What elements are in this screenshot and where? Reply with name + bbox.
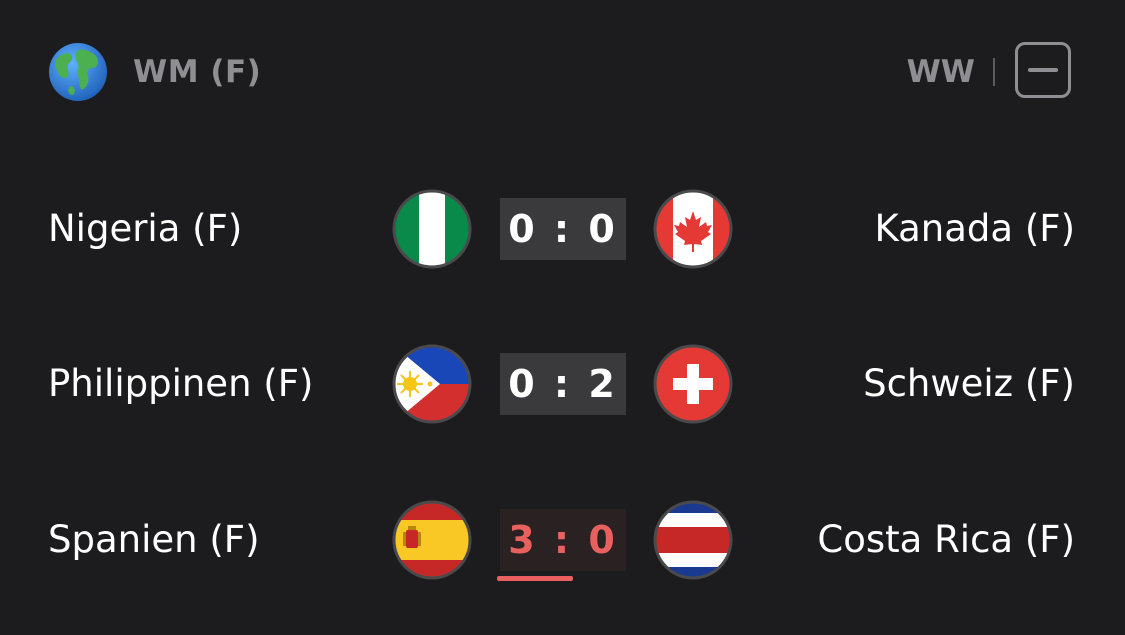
gender-code-label: WW (906, 54, 975, 90)
match-row[interactable]: Nigeria (F) 0 : 0 Kanada (F) (0, 179, 1125, 279)
minus-icon (1028, 68, 1058, 72)
away-team-name: Schweiz (F) (863, 362, 1075, 405)
score-display: 0 : 2 (500, 353, 626, 415)
league-title: WM (F) (133, 54, 262, 90)
home-team-name: Philippinen (F) (48, 362, 314, 405)
match-row[interactable]: Philippinen (F) 0 : 2 Schweiz (F) (0, 334, 1125, 434)
switzerland-flag-icon (653, 344, 733, 424)
live-progress-bar (497, 576, 573, 581)
match-row[interactable]: Spanien (F) 3 : 0 Costa Rica (F) (0, 490, 1125, 590)
philippines-flag-icon (392, 344, 472, 424)
globe-icon (49, 43, 107, 101)
canada-flag-icon (653, 189, 733, 269)
league-header[interactable]: WM (F) WW (0, 0, 1125, 145)
costa-rica-flag-icon (653, 500, 733, 580)
away-team-name: Costa Rica (F) (817, 518, 1075, 561)
header-divider (993, 58, 995, 86)
away-team-name: Kanada (F) (874, 207, 1075, 250)
collapse-button[interactable] (1015, 42, 1071, 98)
home-team-name: Nigeria (F) (48, 207, 243, 250)
home-team-name: Spanien (F) (48, 518, 260, 561)
nigeria-flag-icon (392, 189, 472, 269)
spain-flag-icon (392, 500, 472, 580)
score-display: 0 : 0 (500, 198, 626, 260)
live-score-display: 3 : 0 (500, 509, 626, 571)
